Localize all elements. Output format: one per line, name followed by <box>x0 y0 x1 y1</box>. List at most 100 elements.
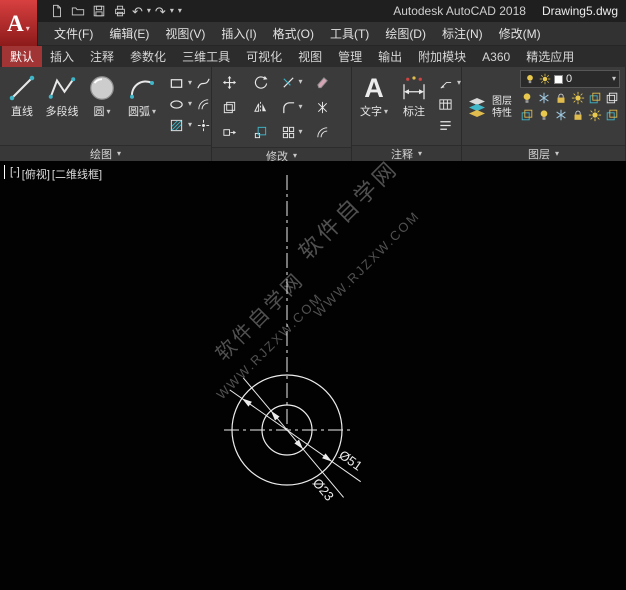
annotation-panel-expand-icon: ▾ <box>418 150 422 158</box>
tab-3d-tools[interactable]: 三维工具 <box>174 46 238 67</box>
layer-viewport-icon[interactable] <box>588 108 602 122</box>
undo-dropdown-icon[interactable]: ▾ <box>147 7 151 15</box>
leader-dropdown-icon[interactable]: ▾ <box>457 79 461 87</box>
layer-color-swatch <box>554 75 563 84</box>
arc-dropdown-icon[interactable]: ▾ <box>152 108 156 116</box>
stretch-icon[interactable] <box>221 124 238 140</box>
tab-add-ins[interactable]: 附加模块 <box>410 46 474 67</box>
trim-dropdown-icon[interactable]: ▾ <box>298 78 302 86</box>
offset-icon[interactable] <box>314 124 331 140</box>
tab-featured-apps[interactable]: 精选应用 <box>518 46 582 67</box>
menu-edit[interactable]: 编辑(E) <box>101 22 157 45</box>
copy-icon[interactable] <box>221 99 238 115</box>
menu-file[interactable]: 文件(F) <box>46 22 101 45</box>
layer-properties-button[interactable]: 图层特性 <box>462 67 518 145</box>
panel-label-annotation[interactable]: 注释 ▾ <box>352 145 461 161</box>
circle-dropdown-icon[interactable]: ▾ <box>106 108 110 116</box>
undo-icon[interactable]: ↶ <box>132 5 143 18</box>
leader-icon[interactable] <box>437 75 454 91</box>
model-space[interactable]: 软件自学网 WWW.RJZXW.COM 软件自学网 WWW.RJZXW.COM <box>0 161 626 590</box>
revision-cloud-icon[interactable] <box>195 96 212 112</box>
app-menu-button[interactable]: A ▾ <box>0 0 38 46</box>
tab-a360[interactable]: A360 <box>474 46 518 67</box>
text-style-icon[interactable] <box>437 117 454 133</box>
menu-tools[interactable]: 工具(T) <box>322 22 377 45</box>
layer-make-current-icon[interactable] <box>520 108 534 122</box>
viewport-menu-button[interactable]: [-] <box>9 166 21 182</box>
tab-visualize[interactable]: 可视化 <box>238 46 290 67</box>
menu-insert[interactable]: 插入(I) <box>213 22 264 45</box>
menu-view[interactable]: 视图(V) <box>157 22 213 45</box>
tab-insert[interactable]: 插入 <box>42 46 82 67</box>
line-button[interactable]: 直线 <box>3 70 41 145</box>
layer-walk-icon[interactable] <box>605 91 619 105</box>
panel-layers: 图层特性 0 ▾ <box>462 67 626 161</box>
dimension-button[interactable]: 标注 <box>395 70 433 145</box>
ribbon-tabs: 默认 插入 注释 参数化 三维工具 可视化 视图 管理 输出 附加模块 A360… <box>0 46 626 67</box>
tab-annotate[interactable]: 注释 <box>82 46 122 67</box>
polyline-icon <box>47 73 77 103</box>
menu-format[interactable]: 格式(O) <box>265 22 322 45</box>
spline-icon[interactable] <box>195 75 212 91</box>
tab-home[interactable]: 默认 <box>2 46 42 67</box>
text-button[interactable]: A 文字▾ <box>355 70 393 145</box>
polyline-button[interactable]: 多段线 <box>43 70 81 145</box>
rectangle-icon[interactable] <box>168 75 185 91</box>
tab-manage[interactable]: 管理 <box>330 46 370 67</box>
hatch-icon[interactable] <box>168 117 185 133</box>
scale-icon[interactable] <box>252 124 269 140</box>
autocad-logo-icon: A <box>7 12 24 35</box>
array-icon[interactable] <box>280 124 297 140</box>
menu-dimension[interactable]: 标注(N) <box>434 22 491 45</box>
array-dropdown-icon[interactable]: ▾ <box>298 128 302 136</box>
layer-prev-icon[interactable] <box>605 108 619 122</box>
new-file-icon[interactable] <box>48 3 65 19</box>
hatch-dropdown-icon[interactable]: ▾ <box>188 121 192 129</box>
tab-parametric[interactable]: 参数化 <box>122 46 174 67</box>
layer-lock-icon[interactable] <box>554 91 568 105</box>
viewport-visual-style-button[interactable]: [二维线框] <box>51 166 103 182</box>
rotate-icon[interactable] <box>252 74 269 90</box>
layer-match-icon[interactable] <box>588 91 602 105</box>
ellipse-icon[interactable] <box>168 96 185 112</box>
dimensions[interactable]: Ø51 Ø23 <box>230 378 365 504</box>
arc-button[interactable]: 圆弧▾ <box>123 70 161 145</box>
menu-modify[interactable]: 修改(M) <box>491 22 549 45</box>
ellipse-dropdown-icon[interactable]: ▾ <box>188 100 192 108</box>
text-dropdown-icon[interactable]: ▾ <box>384 108 388 116</box>
fillet-dropdown-icon[interactable]: ▾ <box>298 103 302 111</box>
layer-freeze-icon[interactable] <box>537 91 551 105</box>
menu-draw[interactable]: 绘图(D) <box>377 22 434 45</box>
tab-view[interactable]: 视图 <box>290 46 330 67</box>
layer-isolate-icon[interactable] <box>571 91 585 105</box>
point-icon[interactable] <box>195 117 212 133</box>
rectangle-dropdown-icon[interactable]: ▾ <box>188 79 192 87</box>
qat-customize-icon[interactable]: ▾ <box>178 7 182 15</box>
quick-access-toolbar: ↶ ▾ ↷ ▾ ▾ <box>44 3 182 19</box>
plot-icon[interactable] <box>111 3 128 19</box>
trim-icon[interactable] <box>280 74 297 90</box>
move-icon[interactable] <box>221 74 238 90</box>
text-label: 文字 <box>360 106 382 118</box>
redo-dropdown-icon[interactable]: ▾ <box>170 7 174 15</box>
mirror-icon[interactable] <box>252 99 269 115</box>
tab-output[interactable]: 输出 <box>370 46 410 67</box>
drawing-canvas[interactable]: [-] [俯视] [二维线框] 软件自学网 WWW.RJZXW.COM 软件自学… <box>0 161 626 590</box>
explode-icon[interactable] <box>314 99 331 115</box>
layer-unlock-icon[interactable] <box>571 108 585 122</box>
layer-on-icon[interactable] <box>537 108 551 122</box>
viewport-view-button[interactable]: [俯视] <box>21 166 51 182</box>
panel-label-draw[interactable]: 绘图 ▾ <box>0 145 211 161</box>
erase-icon[interactable] <box>314 74 331 90</box>
layer-thaw-icon[interactable] <box>554 108 568 122</box>
redo-icon[interactable]: ↷ <box>155 5 166 18</box>
table-icon[interactable] <box>437 96 454 112</box>
panel-label-layers[interactable]: 图层 ▾ <box>462 145 625 161</box>
circle-button[interactable]: 圆▾ <box>83 70 121 145</box>
panel-draw: 直线 多段线 圆▾ 圆弧▾ ▾ <box>0 67 212 161</box>
layer-dropdown[interactable]: 0 ▾ <box>520 70 620 88</box>
save-icon[interactable] <box>90 3 107 19</box>
open-file-icon[interactable] <box>69 3 86 19</box>
fillet-icon[interactable] <box>280 99 297 115</box>
layer-off-icon[interactable] <box>520 91 534 105</box>
